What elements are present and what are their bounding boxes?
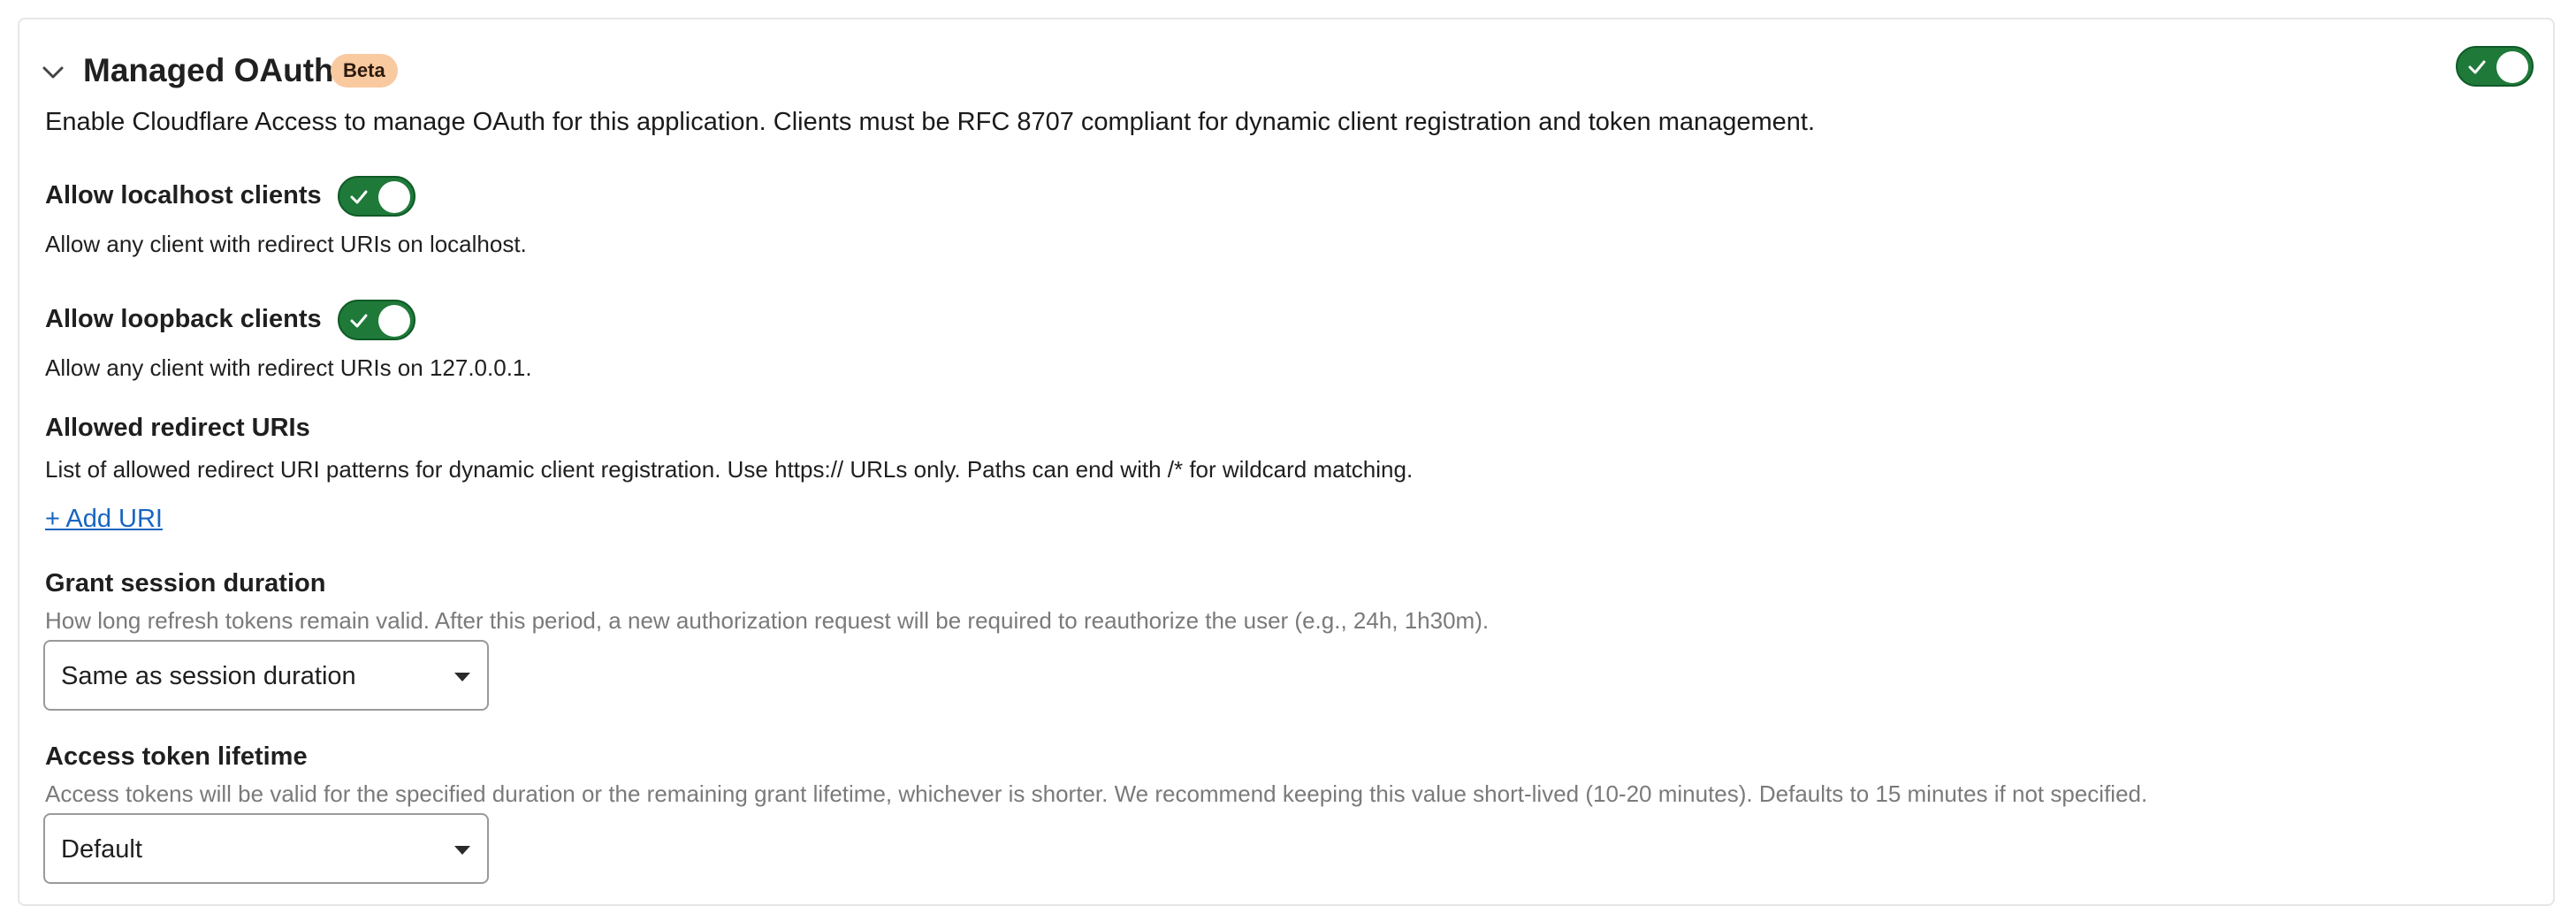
section-title: Managed OAuth: [83, 52, 334, 88]
check-icon: [2467, 57, 2487, 77]
caret-down-icon: [453, 844, 471, 855]
beta-badge: Beta: [331, 54, 398, 88]
check-icon: [349, 187, 369, 207]
toggle-knob: [2496, 51, 2528, 83]
access-token-label: Access token lifetime: [45, 742, 308, 771]
toggle-knob: [378, 181, 410, 213]
loopback-toggle[interactable]: [338, 300, 415, 340]
managed-oauth-toggle[interactable]: [2456, 46, 2534, 87]
grant-session-select[interactable]: Same as session duration: [43, 640, 489, 711]
access-token-value: Default: [61, 835, 142, 864]
grant-session-value: Same as session duration: [61, 662, 356, 690]
loopback-label: Allow loopback clients: [45, 305, 322, 333]
access-token-help: Access tokens will be valid for the spec…: [45, 780, 2148, 807]
managed-oauth-card: Managed OAuth Beta Enable Cloudflare Acc…: [18, 18, 2555, 906]
chevron-down-icon[interactable]: [37, 57, 69, 88]
check-icon: [349, 311, 369, 331]
localhost-label: Allow localhost clients: [45, 181, 322, 209]
add-uri-link[interactable]: + Add URI: [45, 501, 163, 537]
redirect-uris-label: Allowed redirect URIs: [45, 414, 310, 442]
access-token-select[interactable]: Default: [43, 813, 489, 884]
caret-down-icon: [453, 671, 471, 681]
localhost-help: Allow any client with redirect URIs on l…: [45, 231, 527, 257]
localhost-toggle[interactable]: [338, 176, 415, 217]
redirect-uris-help: List of allowed redirect URI patterns fo…: [45, 456, 1414, 483]
section-description: Enable Cloudflare Access to manage OAuth…: [45, 108, 1816, 136]
toggle-knob: [378, 305, 410, 337]
grant-session-label: Grant session duration: [45, 569, 326, 598]
grant-session-help: How long refresh tokens remain valid. Af…: [45, 607, 1490, 634]
loopback-help: Allow any client with redirect URIs on 1…: [45, 354, 532, 381]
